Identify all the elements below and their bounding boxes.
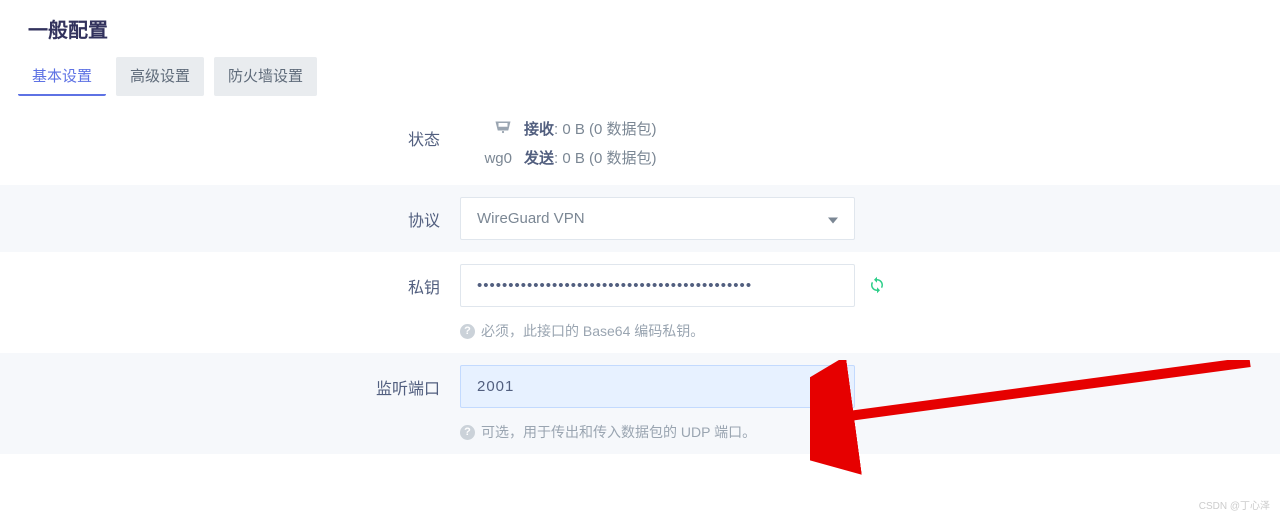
- listen-port-help: ? 可选，用于传出和传入数据包的 UDP 端口。: [460, 422, 880, 442]
- chevron-down-icon: [828, 210, 838, 227]
- row-private-key: 私钥 ? 必须，此接口的 Base64 编码私钥。: [0, 252, 1280, 353]
- help-icon: ?: [460, 425, 475, 440]
- label-listen-port: 监听端口: [0, 365, 460, 399]
- status-tx-label: 发送: [524, 150, 554, 167]
- page-title: 一般配置: [0, 0, 1280, 57]
- label-private-key: 私钥: [0, 264, 460, 298]
- protocol-select[interactable]: WireGuard VPN: [460, 197, 855, 240]
- network-interface-icon: [460, 116, 524, 145]
- listen-port-input[interactable]: [460, 365, 855, 408]
- row-protocol: 协议 WireGuard VPN: [0, 185, 1280, 252]
- tabs-container: 基本设置 高级设置 防火墙设置: [0, 57, 1280, 96]
- tab-firewall-settings[interactable]: 防火墙设置: [214, 57, 317, 96]
- row-status: 状态 接收: 0 B (0 数据包) wg0 发送: 0 B (0 数据包): [0, 104, 1280, 185]
- private-key-help: ? 必须，此接口的 Base64 编码私钥。: [460, 321, 880, 341]
- row-listen-port: 监听端口 ? 可选，用于传出和传入数据包的 UDP 端口。: [0, 353, 1280, 454]
- private-key-input[interactable]: [460, 264, 855, 307]
- protocol-selected-value: WireGuard VPN: [477, 210, 585, 227]
- status-rx-label: 接收: [524, 121, 554, 138]
- status-value: 接收: 0 B (0 数据包) wg0 发送: 0 B (0 数据包): [460, 116, 880, 173]
- status-tx-value: 0 B (0 数据包): [562, 150, 656, 167]
- watermark: CSDN @丁心泽: [1199, 497, 1270, 512]
- tab-advanced-settings[interactable]: 高级设置: [116, 57, 204, 96]
- tab-basic-settings[interactable]: 基本设置: [18, 57, 106, 96]
- regenerate-key-icon[interactable]: [868, 276, 886, 299]
- status-interface-name: wg0: [460, 145, 524, 174]
- help-icon: ?: [460, 324, 475, 339]
- label-protocol: 协议: [0, 197, 460, 231]
- status-rx-value: 0 B (0 数据包): [562, 121, 656, 138]
- label-status: 状态: [0, 116, 460, 150]
